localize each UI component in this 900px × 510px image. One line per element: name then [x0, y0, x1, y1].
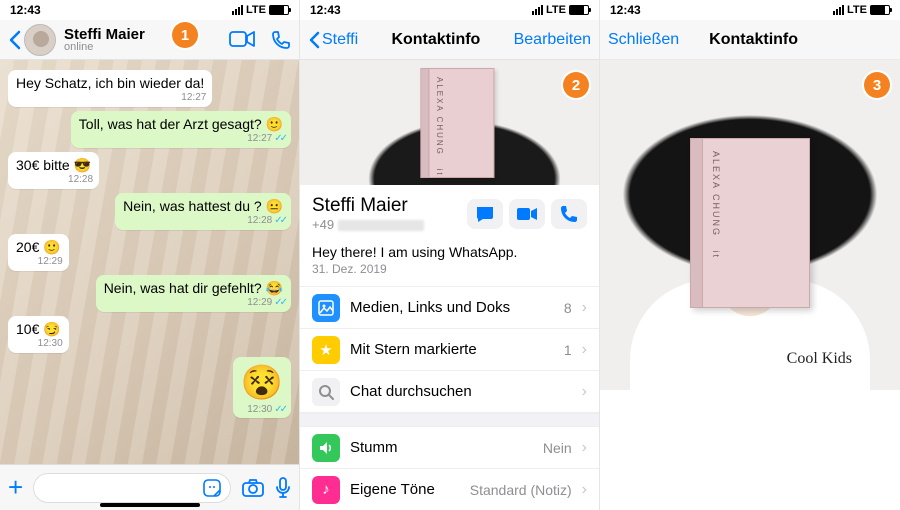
- contact-header[interactable]: Steffi Maier online: [24, 24, 229, 56]
- avatar: [24, 24, 56, 56]
- battery-icon: [269, 5, 289, 15]
- read-ticks-icon: ✓✓: [274, 297, 285, 310]
- status-time: 12:43: [10, 3, 41, 17]
- message-in[interactable]: 30€ bitte 😎12:28: [8, 152, 99, 189]
- camera-icon[interactable]: [241, 478, 265, 498]
- step-badge-2: 2: [563, 72, 589, 98]
- media-icon: [312, 294, 340, 322]
- signal-icon: [833, 5, 844, 15]
- about-text: Hey there! I am using WhatsApp.: [312, 244, 587, 260]
- message-out[interactable]: Nein, was hat dir gefehlt? 😂12:29✓✓: [96, 275, 291, 312]
- contact-name-large: Steffi Maier: [312, 195, 424, 217]
- signal-icon: [532, 5, 543, 15]
- chevron-right-icon: ›: [582, 383, 587, 401]
- photo-screen: 12:43 LTE Schließen Kontaktinfo ALEXA CH…: [600, 0, 900, 510]
- signal-icon: [232, 5, 243, 15]
- chevron-right-icon: ›: [582, 481, 587, 499]
- close-button[interactable]: Schließen: [608, 31, 679, 49]
- music-icon: ♪: [312, 476, 340, 504]
- row-custom-tone[interactable]: ♪ Eigene Töne Standard (Notiz) ›: [300, 469, 599, 510]
- step-badge-3: 3: [864, 72, 890, 98]
- back-button[interactable]: Steffi: [308, 31, 358, 49]
- status-bar: 12:43 LTE: [600, 0, 900, 20]
- audio-call-icon[interactable]: [271, 30, 291, 50]
- row-search-chat[interactable]: Chat durchsuchen ›: [300, 371, 599, 413]
- battery-icon: [870, 5, 890, 15]
- read-ticks-icon: ✓✓: [274, 215, 285, 228]
- read-ticks-icon: ✓✓: [274, 404, 285, 417]
- star-icon: ★: [312, 336, 340, 364]
- row-media[interactable]: Medien, Links und Doks 8 ›: [300, 287, 599, 329]
- chevron-right-icon: ›: [582, 439, 587, 457]
- row-starred[interactable]: ★ Mit Stern markierte 1 ›: [300, 329, 599, 371]
- search-icon: [312, 378, 340, 406]
- network-label: LTE: [246, 4, 266, 16]
- status-right: LTE: [232, 4, 289, 16]
- nav-title: Kontaktinfo: [391, 31, 480, 49]
- back-icon[interactable]: [8, 30, 22, 50]
- chat-screen: 12:43 LTE Steffi Maier online: [0, 0, 300, 510]
- attach-icon[interactable]: +: [8, 472, 23, 503]
- chat-navbar: Steffi Maier online: [0, 20, 299, 60]
- status-bar: 12:43 LTE: [0, 0, 299, 20]
- contact-status: online: [64, 42, 145, 53]
- video-call-icon[interactable]: [229, 30, 255, 50]
- shirt-graphic-text: Cool Kids: [787, 350, 852, 368]
- microphone-icon[interactable]: [275, 477, 291, 499]
- chevron-right-icon: ›: [582, 299, 587, 317]
- contact-navbar: Steffi Kontaktinfo Bearbeiten: [300, 20, 599, 60]
- nav-title: Kontaktinfo: [709, 31, 798, 49]
- audio-call-button[interactable]: [551, 199, 587, 229]
- sticker-icon[interactable]: [202, 478, 222, 498]
- home-indicator: [100, 503, 200, 507]
- message-in[interactable]: Hey Schatz, ich bin wieder da!12:27: [8, 70, 212, 107]
- chevron-right-icon: ›: [582, 341, 587, 359]
- status-time: 12:43: [610, 3, 641, 17]
- chat-body[interactable]: Hey Schatz, ich bin wieder da!12:27 Toll…: [0, 60, 299, 464]
- battery-icon: [569, 5, 589, 15]
- message-out[interactable]: Toll, was hat der Arzt gesagt? 🙂12:27✓✓: [71, 111, 291, 148]
- status-time: 12:43: [310, 3, 341, 17]
- message-in[interactable]: 10€ 😏12:30: [8, 316, 69, 353]
- contact-info-screen: 12:43 LTE Steffi Kontaktinfo Bearbeiten …: [300, 0, 600, 510]
- about-date: 31. Dez. 2019: [312, 262, 587, 276]
- contact-name: Steffi Maier: [64, 27, 145, 42]
- message-in[interactable]: 20€ 🙂12:29: [8, 234, 69, 271]
- message-button[interactable]: [467, 199, 503, 229]
- read-ticks-icon: ✓✓: [274, 133, 285, 146]
- status-bar: 12:43 LTE: [300, 0, 599, 20]
- row-mute[interactable]: Stumm Nein ›: [300, 427, 599, 469]
- photo-navbar: Schließen Kontaktinfo: [600, 20, 900, 60]
- message-input[interactable]: [33, 473, 231, 503]
- video-call-button[interactable]: [509, 199, 545, 229]
- speaker-icon: [312, 434, 340, 462]
- edit-button[interactable]: Bearbeiten: [514, 31, 591, 49]
- phone-number: +49: [312, 217, 424, 232]
- step-badge-1: 1: [172, 22, 198, 48]
- message-out[interactable]: 😵12:30✓✓: [233, 357, 291, 419]
- contact-photo-hero[interactable]: ALEXA CHUNG it: [300, 60, 599, 185]
- message-out[interactable]: Nein, was hattest du ? 😐12:28✓✓: [115, 193, 291, 230]
- contact-photo-full[interactable]: ALEXA CHUNG it Cool Kids: [600, 60, 900, 390]
